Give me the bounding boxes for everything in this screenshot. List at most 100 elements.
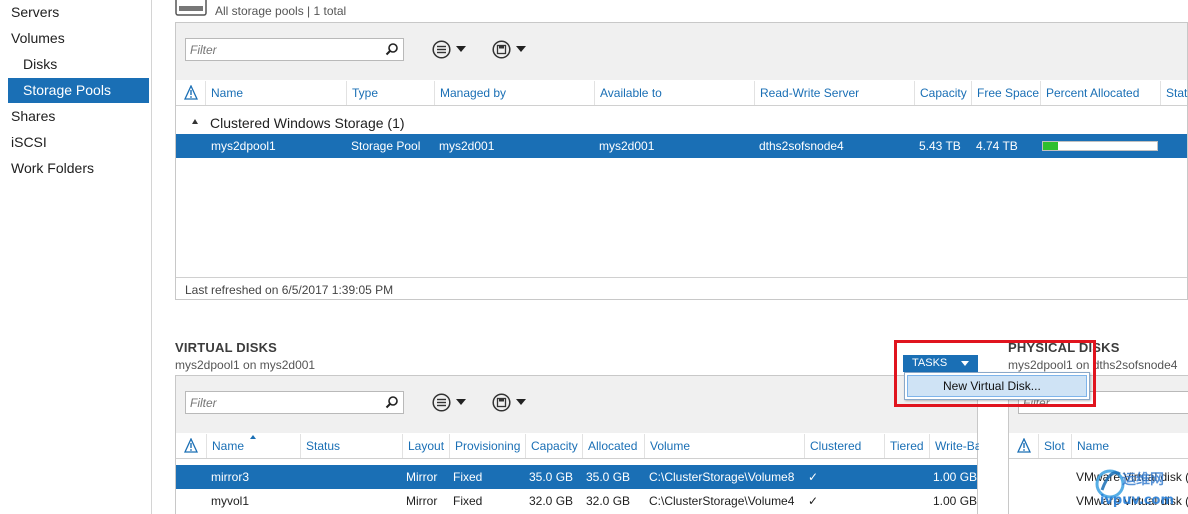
divider xyxy=(176,277,1187,278)
chevron-down-icon xyxy=(456,46,466,52)
virtual-disks-title: VIRTUAL DISKS xyxy=(175,340,278,355)
percent-allocated-fill xyxy=(1043,142,1058,150)
sidebar-item-disks[interactable]: Disks xyxy=(0,52,149,77)
list-options-icon xyxy=(432,393,451,412)
column-header-free-space[interactable]: Free Space xyxy=(971,81,1040,105)
tasks-button[interactable]: TASKS xyxy=(903,355,978,372)
vdisk-volume: C:\ClusterStorage\Volume4 xyxy=(649,494,795,508)
column-header-slot[interactable]: Slot xyxy=(1038,434,1071,458)
warning-icon xyxy=(184,438,198,453)
column-header-allocated[interactable]: Allocated xyxy=(582,434,644,458)
column-header-name[interactable]: Name xyxy=(205,81,345,105)
pools-filter-box xyxy=(185,38,404,61)
column-header-managed-by[interactable]: Managed by xyxy=(434,81,594,105)
chevron-down-icon xyxy=(961,361,969,366)
column-header-type[interactable]: Type xyxy=(346,81,434,105)
divider xyxy=(176,105,1187,106)
vdisk-allocated: 35.0 GB xyxy=(586,470,631,484)
virtual-disks-filter-box xyxy=(185,391,404,414)
chevron-down-icon xyxy=(516,46,526,52)
search-icon[interactable] xyxy=(385,42,399,56)
pools-filter-input[interactable] xyxy=(186,39,376,60)
column-header-capacity[interactable]: Capacity xyxy=(525,434,582,458)
pool-capacity: 5.43 TB xyxy=(919,139,961,153)
table-row[interactable]: myvol1 Mirror Fixed 32.0 GB 32.0 GB C:\C… xyxy=(176,489,977,513)
divider xyxy=(176,458,977,459)
vdisk-allocated: 32.0 GB xyxy=(586,494,631,508)
pool-group-label[interactable]: Clustered Windows Storage (1) xyxy=(210,115,405,131)
virtual-disks-view-options-button[interactable] xyxy=(432,393,472,413)
save-icon xyxy=(492,40,511,59)
tasks-label: TASKS xyxy=(912,357,948,369)
column-header-clustered[interactable]: Clustered xyxy=(804,434,884,458)
column-header-write-back[interactable]: Write-Back xyxy=(929,434,979,458)
collapse-icon[interactable] xyxy=(192,114,198,124)
vdisk-clustered: ✓ xyxy=(808,470,819,484)
storage-pool-icon xyxy=(175,0,207,16)
vdisk-layout: Mirror xyxy=(406,494,438,508)
percent-allocated-bar xyxy=(1042,141,1158,151)
virtual-disks-panel: Name Status Layout Provisioning Capacity… xyxy=(175,375,979,514)
divider xyxy=(1009,458,1188,459)
storage-pools-panel: Name Type Managed by Available to Read-W… xyxy=(175,22,1188,300)
column-header-provisioning[interactable]: Provisioning xyxy=(449,434,525,458)
virtual-disks-subtitle: mys2dpool1 on mys2d001 xyxy=(175,358,316,372)
virtual-disks-save-options-button[interactable] xyxy=(492,393,532,413)
pool-type: Storage Pool xyxy=(351,139,421,153)
pool-read-write-server: dths2sofsnode4 xyxy=(759,139,844,153)
column-header-read-write-server[interactable]: Read-Write Server xyxy=(754,81,914,105)
physical-disks-title: PHYSICAL DISKS xyxy=(1008,340,1120,355)
sidebar-item-shares[interactable]: Shares xyxy=(0,104,149,129)
watermark-cjk: 运维网 xyxy=(1122,471,1164,488)
column-header-status[interactable]: Status xyxy=(300,434,402,458)
sidebar-item-work-folders[interactable]: Work Folders xyxy=(0,156,149,181)
column-header-status[interactable]: Status xyxy=(1160,81,1188,105)
vdisk-provisioning: Fixed xyxy=(453,470,483,484)
table-row[interactable]: mys2dpool1 Storage Pool mys2d001 mys2d00… xyxy=(176,134,1187,158)
tasks-menu: New Virtual Disk... xyxy=(904,372,1090,400)
sidebar-item-storage-pools[interactable]: Storage Pools xyxy=(8,78,149,103)
column-header-capacity[interactable]: Capacity xyxy=(914,81,971,105)
column-header-volume[interactable]: Volume xyxy=(644,434,804,458)
sidebar-item-iscsi[interactable]: iSCSI xyxy=(0,130,149,155)
vdisk-provisioning: Fixed xyxy=(453,494,483,508)
sidebar-item-servers[interactable]: Servers xyxy=(0,0,149,25)
vdisk-name: myvol1 xyxy=(211,494,250,508)
table-row[interactable]: mirror3 Mirror Fixed 35.0 GB 35.0 GB C:\… xyxy=(176,465,977,489)
sort-ascending-icon xyxy=(250,435,256,439)
column-header-percent-allocated[interactable]: Percent Allocated xyxy=(1040,81,1160,105)
menu-item-new-virtual-disk[interactable]: New Virtual Disk... xyxy=(907,375,1087,397)
virtual-disks-header-row: Name Status Layout Provisioning Capacity… xyxy=(176,434,979,458)
chevron-down-icon xyxy=(456,399,466,405)
last-refreshed: Last refreshed on 6/5/2017 1:39:05 PM xyxy=(185,283,394,297)
column-header-available-to[interactable]: Available to xyxy=(594,81,754,105)
sidebar-item-volumes[interactable]: Volumes xyxy=(0,26,149,51)
pool-free-space: 4.74 TB xyxy=(976,139,1018,153)
warning-icon xyxy=(1017,438,1031,453)
vdisk-layout: Mirror xyxy=(406,470,438,484)
pool-managed-by: mys2d001 xyxy=(439,139,495,153)
pool-name: mys2dpool1 xyxy=(211,139,276,153)
column-header-layout[interactable]: Layout xyxy=(402,434,449,458)
pools-save-options-button[interactable] xyxy=(492,40,532,60)
vdisk-write-back: 1.00 GB xyxy=(933,470,977,484)
search-icon[interactable] xyxy=(385,395,399,409)
warning-icon xyxy=(184,85,198,100)
chevron-down-icon xyxy=(516,399,526,405)
pools-view-options-button[interactable] xyxy=(432,40,472,60)
column-header-tiered[interactable]: Tiered xyxy=(884,434,929,458)
vdisk-write-back: 1.00 GB xyxy=(933,494,977,508)
physical-disks-header-row: Slot Name xyxy=(1009,434,1188,458)
pools-summary: All storage pools | 1 total xyxy=(215,4,347,18)
column-header-name[interactable]: Name xyxy=(1071,434,1188,458)
pools-header-row: Name Type Managed by Available to Read-W… xyxy=(176,81,1188,105)
watermark-logo: 运维网 ivpuv.com xyxy=(1095,469,1174,508)
vdisk-volume: C:\ClusterStorage\Volume8 xyxy=(649,470,795,484)
virtual-disks-filter-input[interactable] xyxy=(186,392,376,413)
sidebar: Servers Volumes Disks Storage Pools Shar… xyxy=(0,0,152,514)
physical-disks-subtitle: mys2dpool1 on dths2sofsnode4 xyxy=(1008,358,1178,372)
vdisk-capacity: 35.0 GB xyxy=(529,470,574,484)
pools-toolbar xyxy=(176,23,1187,80)
watermark-text: ivpuv.com xyxy=(1100,493,1174,508)
pool-available-to: mys2d001 xyxy=(599,139,655,153)
